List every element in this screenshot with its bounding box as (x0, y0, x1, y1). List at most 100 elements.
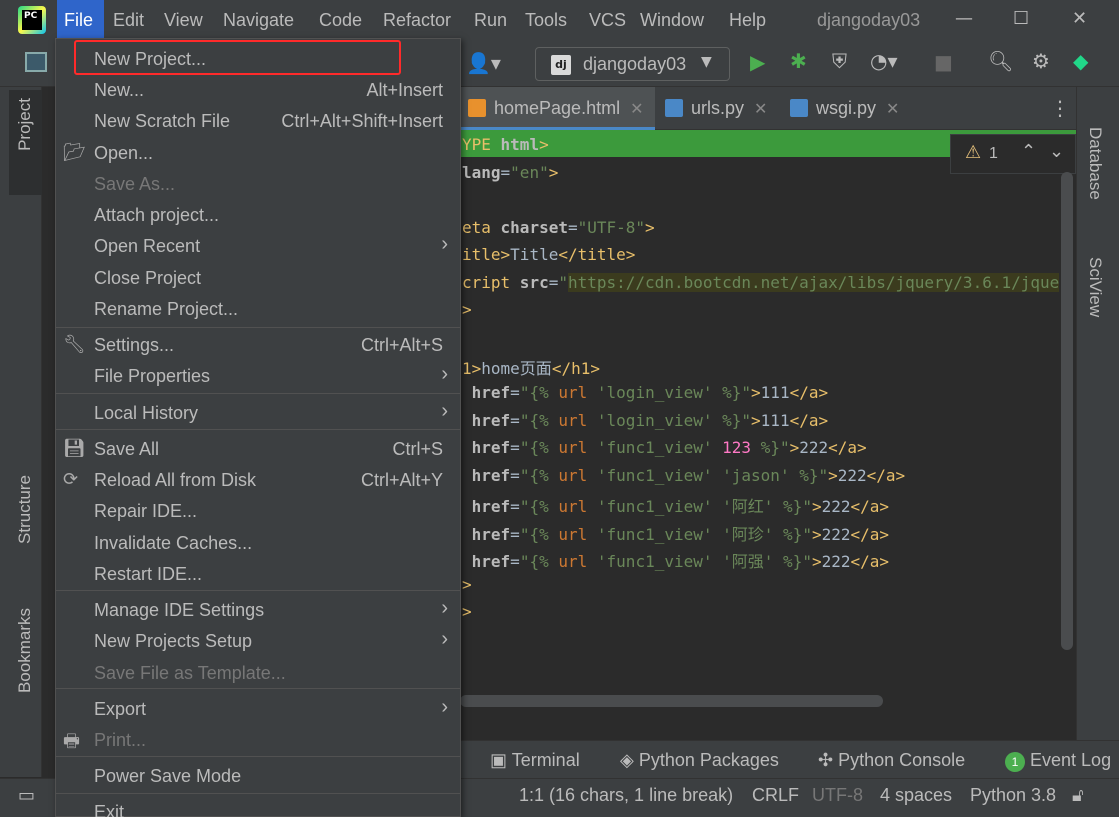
code-token: > (645, 218, 655, 237)
code-line: href="{% url 'func1_view' 'jason' %}">22… (471, 465, 906, 485)
menu-item-label: New... (94, 80, 145, 100)
line-separator[interactable]: CRLF (752, 785, 799, 806)
menu-code[interactable]: Code (319, 10, 362, 31)
tab-homepage-html[interactable]: homePage.html ✕ (460, 87, 655, 130)
code-editor[interactable]: YPE html> ⚠ 1 ⌃ ⌄ lang="en"> eta charset… (460, 130, 1076, 690)
menu-help[interactable]: Help (729, 10, 766, 31)
menu-run[interactable]: Run (474, 10, 507, 31)
caret-position[interactable]: 1:1 (16 chars, 1 line break) (519, 785, 733, 806)
folder-icon: 📂︎ (63, 142, 86, 162)
database-tool-button[interactable]: Database (1085, 127, 1105, 200)
menu-item-manage-ide-settings[interactable]: Manage IDE Settings › (56, 594, 460, 625)
lock-icon[interactable]: 🔓︎ (1072, 785, 1084, 806)
menu-item-label: Print... (94, 730, 147, 750)
sciview-tool-button[interactable]: SciView (1085, 257, 1105, 317)
code-line: href="{% url 'func1_view' '阿红' %}">222</… (471, 497, 890, 516)
chevron-down-icon: ▼ (701, 54, 712, 70)
jetbrains-icon[interactable]: ◆ (1073, 49, 1088, 73)
search-icon[interactable]: 🔍︎ (988, 49, 1013, 73)
close-button[interactable]: ✕ (1072, 8, 1087, 29)
menu-item-new-projects-setup[interactable]: New Projects Setup › (56, 625, 460, 656)
menu-item-open-recent[interactable]: Open Recent › (56, 230, 460, 261)
menu-window[interactable]: Window (640, 10, 704, 31)
chevron-right-icon: › (441, 628, 448, 650)
menu-item-attach-project[interactable]: Attach project... (56, 199, 460, 230)
close-icon[interactable]: ✕ (630, 101, 643, 118)
close-icon[interactable]: ✕ (886, 101, 899, 118)
menu-separator (56, 793, 460, 794)
code-token: > (462, 300, 472, 319)
project-view-icon[interactable] (25, 52, 47, 72)
chevron-up-icon[interactable]: ⌃ (1021, 141, 1036, 162)
file-menu-dropdown: New Project... New... Alt+Insert New Scra… (55, 38, 461, 817)
project-tool-button[interactable]: Project (9, 90, 42, 195)
menu-item-settings[interactable]: 🔧︎ Settings... Ctrl+Alt+S (56, 329, 460, 360)
menu-file[interactable]: File (64, 10, 93, 31)
menu-navigate[interactable]: Navigate (223, 10, 294, 31)
code-token: cript (462, 273, 511, 292)
menu-item-label: Invalidate Caches... (94, 533, 253, 553)
inspection-widget[interactable]: ⚠ 1 ⌃ ⌄ (950, 134, 1076, 174)
menu-item-exit[interactable]: Exit (56, 796, 460, 817)
menu-item-close-project[interactable]: Close Project (56, 262, 460, 293)
django-icon: dj (551, 55, 571, 75)
menu-view[interactable]: View (164, 10, 203, 31)
code-token: https://cdn.bootcdn.net/ajax/libs/jquery… (567, 273, 1060, 292)
code-token: </h1> (551, 359, 600, 378)
more-tabs-icon[interactable]: ⋮ (1050, 96, 1070, 120)
structure-tool-button[interactable]: Structure (15, 475, 35, 544)
stop-icon[interactable]: ■ (934, 50, 953, 74)
menu-edit[interactable]: Edit (113, 10, 144, 31)
python-interpreter[interactable]: Python 3.8 (970, 785, 1056, 806)
debug-icon[interactable]: ✱ (790, 49, 807, 73)
horizontal-scrollbar[interactable] (460, 695, 883, 707)
vcs-user-icon[interactable]: 👤▾ (466, 51, 501, 75)
file-encoding[interactable]: UTF-8 (812, 785, 863, 806)
run-config-dropdown[interactable]: dj djangoday03 ▼ (535, 47, 730, 81)
menu-item-label: File Properties (94, 366, 211, 386)
terminal-tool-button[interactable]: ▣ Terminal (490, 750, 580, 771)
menu-refactor[interactable]: Refactor (383, 10, 451, 31)
menu-item-save-all[interactable]: 💾︎ Save All Ctrl+S (56, 433, 460, 464)
minimize-button[interactable]: — (955, 8, 973, 29)
python-packages-tool-button[interactable]: ◈ Python Packages (620, 750, 779, 771)
menu-item-restart-ide[interactable]: Restart IDE... (56, 558, 460, 589)
menu-item-open[interactable]: 📂︎ Open... (56, 137, 460, 168)
menu-vcs[interactable]: VCS (589, 10, 626, 31)
menu-item-label: Save File as Template... (94, 663, 286, 683)
tab-wsgi-py[interactable]: wsgi.py ✕ (790, 87, 915, 130)
menu-item-local-history[interactable]: Local History › (56, 397, 460, 428)
close-icon[interactable]: ✕ (754, 101, 767, 118)
menu-item-repair-ide[interactable]: Repair IDE... (56, 495, 460, 526)
event-log-tool-button[interactable]: 1 Event Log (1005, 750, 1111, 772)
printer-icon: 🖶 (63, 731, 80, 751)
indent-setting[interactable]: 4 spaces (880, 785, 952, 806)
menu-item-export[interactable]: Export › (56, 693, 460, 724)
menu-item-new[interactable]: New... Alt+Insert (56, 74, 460, 105)
code-token: " (558, 273, 568, 292)
code-token: = (567, 218, 578, 237)
python-console-tool-button[interactable]: ✣ Python Console (818, 750, 965, 771)
bookmarks-tool-button[interactable]: Bookmarks (15, 608, 35, 693)
menu-item-file-properties[interactable]: File Properties › (56, 360, 460, 391)
chevron-right-icon: › (441, 400, 448, 422)
code-token: = (500, 163, 511, 182)
tab-urls-py[interactable]: urls.py ✕ (665, 87, 780, 130)
menu-item-save-as: Save As... (56, 168, 460, 199)
menu-item-power-save-mode[interactable]: Power Save Mode (56, 760, 460, 791)
maximize-button[interactable]: ☐ (1013, 8, 1029, 29)
profile-icon[interactable]: ◔▾ (870, 49, 898, 73)
menu-item-rename-project[interactable]: Rename Project... (56, 293, 460, 324)
menu-item-invalidate-caches[interactable]: Invalidate Caches... (56, 527, 460, 558)
menu-tools[interactable]: Tools (525, 10, 567, 31)
vertical-scrollbar[interactable] (1061, 172, 1073, 650)
panel-toggle-icon[interactable]: ▭ (18, 785, 35, 806)
event-log-label: Event Log (1030, 750, 1112, 770)
menu-item-reload-all[interactable]: ⟳ Reload All from Disk Ctrl+Alt+Y (56, 464, 460, 495)
run-icon[interactable]: ▶ (750, 50, 765, 74)
chevron-down-icon[interactable]: ⌄ (1049, 141, 1064, 162)
gear-icon[interactable]: ⚙ (1032, 49, 1050, 73)
menu-item-new-scratch-file[interactable]: New Scratch File Ctrl+Alt+Shift+Insert (56, 105, 460, 136)
coverage-icon[interactable]: ⛨ (832, 49, 847, 73)
code-token: "en" (510, 163, 549, 182)
